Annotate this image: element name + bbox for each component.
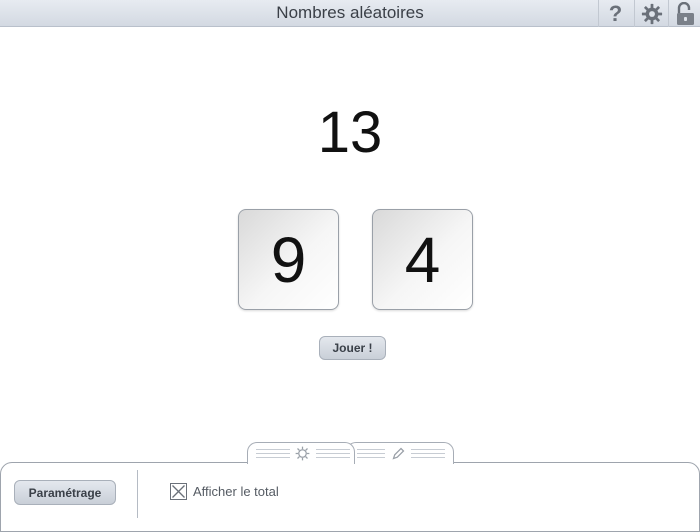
help-button[interactable]: ? — [598, 0, 632, 27]
total-value: 13 — [317, 100, 383, 165]
title-bar: Nombres aléatoires ? — [0, 0, 700, 27]
tab-decor-line — [256, 457, 290, 458]
gear-icon — [295, 446, 310, 461]
tab-decor-line — [316, 449, 350, 450]
tab-decor-line — [357, 457, 385, 458]
tab-decor-line — [411, 457, 445, 458]
pencil-icon — [392, 447, 405, 460]
panel-divider — [137, 470, 138, 518]
help-icon: ? — [608, 0, 623, 26]
tab-decor-line — [316, 453, 350, 454]
settings-button[interactable] — [634, 0, 668, 27]
number-box-2: 4 — [372, 209, 473, 310]
tab-decor-line — [357, 449, 385, 450]
tab-decor-line — [411, 449, 445, 450]
show-total-label[interactable]: Afficher le total — [193, 484, 279, 499]
lock-button[interactable] — [668, 0, 700, 27]
number-value: 9 — [270, 223, 307, 296]
play-button[interactable]: Jouer ! — [319, 336, 386, 360]
tab-decor-line — [411, 453, 445, 454]
number-box-1: 9 — [238, 209, 339, 310]
show-total-checkbox[interactable] — [170, 483, 187, 500]
tab-edit[interactable] — [346, 442, 454, 464]
window-title: Nombres aléatoires — [276, 3, 424, 22]
tab-decor-line — [316, 457, 350, 458]
number-value: 4 — [404, 223, 441, 296]
gear-icon — [641, 3, 662, 24]
tab-decor-line — [256, 449, 290, 450]
settings-panel-button[interactable]: Paramétrage — [14, 480, 116, 505]
tab-decor-line — [357, 453, 385, 454]
tab-decor-line — [256, 453, 290, 454]
tab-settings[interactable] — [247, 442, 355, 464]
unlock-icon — [676, 1, 694, 25]
